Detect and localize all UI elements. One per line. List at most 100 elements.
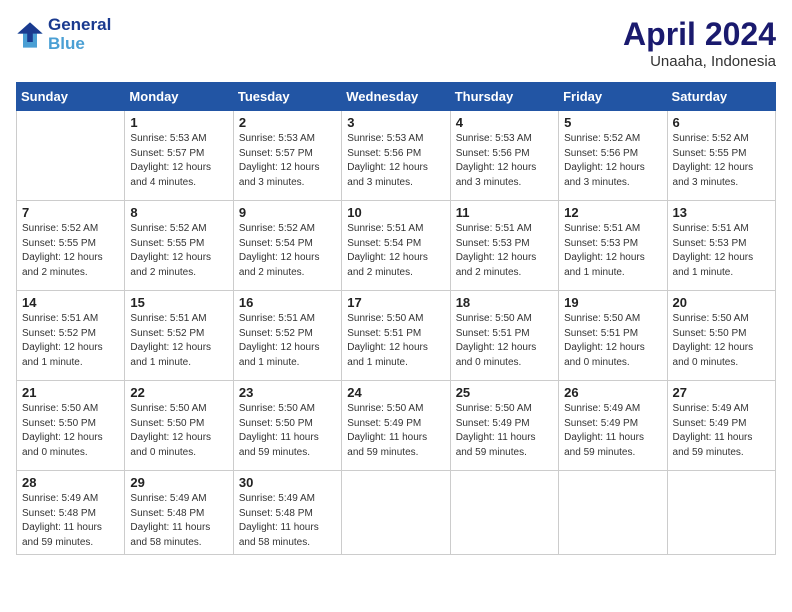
calendar-cell (450, 471, 558, 555)
day-info: Sunrise: 5:53 AMSunset: 5:57 PMDaylight:… (130, 132, 227, 190)
day-info: Sunrise: 5:50 AMSunset: 5:50 PMDaylight:… (130, 402, 227, 460)
day-number: 11 (456, 205, 553, 220)
title-block: April 2024 Unaaha, Indonesia (623, 16, 776, 70)
day-number: 25 (456, 385, 553, 400)
day-number: 18 (456, 295, 553, 310)
calendar-cell: 20 Sunrise: 5:50 AMSunset: 5:50 PMDayligh… (667, 291, 775, 381)
calendar-cell (559, 471, 667, 555)
weekday-header-monday: Monday (125, 83, 233, 111)
calendar-cell: 23Sunrise: 5:50 AMSunset: 5:50 PMDayligh… (233, 381, 341, 471)
day-number: 8 (130, 205, 227, 220)
day-info: Sunrise: 5:49 AMSunset: 5:49 PMDaylight:… (673, 402, 770, 460)
calendar-cell: 28Sunrise: 5:49 AMSunset: 5:48 PMDayligh… (17, 471, 125, 555)
day-number: 20 (673, 295, 770, 310)
calendar-cell: 8 Sunrise: 5:52 AMSunset: 5:55 PMDaylight… (125, 201, 233, 291)
day-number: 7 (22, 205, 119, 220)
calendar-cell: 29 Sunrise: 5:49 AMSunset: 5:48 PMDayligh… (125, 471, 233, 555)
day-info: Sunrise: 5:51 AMSunset: 5:53 PMDaylight:… (673, 222, 770, 280)
calendar-cell: 9Sunrise: 5:52 AMSunset: 5:54 PMDaylight… (233, 201, 341, 291)
day-number: 26 (564, 385, 661, 400)
day-info: Sunrise: 5:53 AMSunset: 5:56 PMDaylight:… (456, 132, 553, 190)
logo-text: General Blue (48, 16, 111, 53)
day-number: 30 (239, 475, 336, 490)
day-info: Sunrise: 5:50 AMSunset: 5:50 PMDaylight:… (22, 402, 119, 460)
day-info: Sunrise: 5:50 AMSunset: 5:51 PMDaylight:… (564, 312, 661, 370)
calendar-cell: 5 Sunrise: 5:52 AMSunset: 5:56 PMDaylight… (559, 111, 667, 201)
weekday-header-saturday: Saturday (667, 83, 775, 111)
day-number: 6 (673, 115, 770, 130)
weekday-header-tuesday: Tuesday (233, 83, 341, 111)
day-info: Sunrise: 5:52 AMSunset: 5:56 PMDaylight:… (564, 132, 661, 190)
calendar-table: SundayMondayTuesdayWednesdayThursdayFrid… (16, 82, 776, 555)
weekday-header-row: SundayMondayTuesdayWednesdayThursdayFrid… (17, 83, 776, 111)
weekday-header-sunday: Sunday (17, 83, 125, 111)
calendar-cell: 12 Sunrise: 5:51 AMSunset: 5:53 PMDayligh… (559, 201, 667, 291)
day-number: 17 (347, 295, 444, 310)
day-info: Sunrise: 5:49 AMSunset: 5:48 PMDaylight:… (239, 492, 336, 550)
day-info: Sunrise: 5:50 AMSunset: 5:50 PMDaylight:… (673, 312, 770, 370)
day-number: 16 (239, 295, 336, 310)
calendar-cell: 13Sunrise: 5:51 AMSunset: 5:53 PMDayligh… (667, 201, 775, 291)
day-info: Sunrise: 5:49 AMSunset: 5:48 PMDaylight:… (22, 492, 119, 550)
day-number: 12 (564, 205, 661, 220)
day-number: 15 (130, 295, 227, 310)
calendar-cell (667, 471, 775, 555)
calendar-cell: 25 Sunrise: 5:50 AMSunset: 5:49 PMDayligh… (450, 381, 558, 471)
day-info: Sunrise: 5:49 AMSunset: 5:48 PMDaylight:… (130, 492, 227, 550)
day-number: 29 (130, 475, 227, 490)
calendar-week-5: 28Sunrise: 5:49 AMSunset: 5:48 PMDayligh… (17, 471, 776, 555)
day-number: 5 (564, 115, 661, 130)
calendar-cell: 17Sunrise: 5:50 AMSunset: 5:51 PMDayligh… (342, 291, 450, 381)
day-info: Sunrise: 5:51 AMSunset: 5:54 PMDaylight:… (347, 222, 444, 280)
calendar-week-1: 1 Sunrise: 5:53 AMSunset: 5:57 PMDaylight… (17, 111, 776, 201)
calendar-cell: 24 Sunrise: 5:50 AMSunset: 5:49 PMDayligh… (342, 381, 450, 471)
calendar-cell: 26 Sunrise: 5:49 AMSunset: 5:49 PMDayligh… (559, 381, 667, 471)
calendar-cell: 27Sunrise: 5:49 AMSunset: 5:49 PMDayligh… (667, 381, 775, 471)
day-info: Sunrise: 5:50 AMSunset: 5:51 PMDaylight:… (456, 312, 553, 370)
calendar-cell: 1 Sunrise: 5:53 AMSunset: 5:57 PMDaylight… (125, 111, 233, 201)
calendar-cell: 6Sunrise: 5:52 AMSunset: 5:55 PMDaylight… (667, 111, 775, 201)
day-number: 2 (239, 115, 336, 130)
day-number: 14 (22, 295, 119, 310)
calendar-cell: 4Sunrise: 5:53 AMSunset: 5:56 PMDaylight… (450, 111, 558, 201)
main-title: April 2024 (623, 16, 776, 53)
calendar-week-4: 21 Sunrise: 5:50 AMSunset: 5:50 PMDayligh… (17, 381, 776, 471)
page-header: General Blue April 2024 Unaaha, Indonesi… (16, 16, 776, 70)
day-number: 9 (239, 205, 336, 220)
calendar-cell: 11 Sunrise: 5:51 AMSunset: 5:53 PMDayligh… (450, 201, 558, 291)
day-number: 10 (347, 205, 444, 220)
calendar-cell: 15 Sunrise: 5:51 AMSunset: 5:52 PMDayligh… (125, 291, 233, 381)
day-number: 19 (564, 295, 661, 310)
weekday-header-thursday: Thursday (450, 83, 558, 111)
calendar-cell: 2Sunrise: 5:53 AMSunset: 5:57 PMDaylight… (233, 111, 341, 201)
weekday-header-wednesday: Wednesday (342, 83, 450, 111)
day-info: Sunrise: 5:50 AMSunset: 5:49 PMDaylight:… (456, 402, 553, 460)
day-info: Sunrise: 5:51 AMSunset: 5:52 PMDaylight:… (130, 312, 227, 370)
calendar-week-2: 7 Sunrise: 5:52 AMSunset: 5:55 PMDaylight… (17, 201, 776, 291)
day-number: 22 (130, 385, 227, 400)
day-number: 24 (347, 385, 444, 400)
day-number: 21 (22, 385, 119, 400)
calendar-cell: 22 Sunrise: 5:50 AMSunset: 5:50 PMDayligh… (125, 381, 233, 471)
calendar-cell: 10 Sunrise: 5:51 AMSunset: 5:54 PMDayligh… (342, 201, 450, 291)
day-info: Sunrise: 5:51 AMSunset: 5:53 PMDaylight:… (564, 222, 661, 280)
calendar-cell: 30 Sunrise: 5:49 AMSunset: 5:48 PMDayligh… (233, 471, 341, 555)
calendar-cell: 3Sunrise: 5:53 AMSunset: 5:56 PMDaylight… (342, 111, 450, 201)
day-info: Sunrise: 5:51 AMSunset: 5:52 PMDaylight:… (239, 312, 336, 370)
day-number: 23 (239, 385, 336, 400)
day-info: Sunrise: 5:49 AMSunset: 5:49 PMDaylight:… (564, 402, 661, 460)
calendar-cell: 18 Sunrise: 5:50 AMSunset: 5:51 PMDayligh… (450, 291, 558, 381)
calendar-cell (17, 111, 125, 201)
calendar-cell: 19 Sunrise: 5:50 AMSunset: 5:51 PMDayligh… (559, 291, 667, 381)
logo: General Blue (16, 16, 111, 53)
day-info: Sunrise: 5:52 AMSunset: 5:55 PMDaylight:… (130, 222, 227, 280)
day-info: Sunrise: 5:51 AMSunset: 5:52 PMDaylight:… (22, 312, 119, 370)
calendar-cell: 14 Sunrise: 5:51 AMSunset: 5:52 PMDayligh… (17, 291, 125, 381)
calendar-cell (342, 471, 450, 555)
day-info: Sunrise: 5:51 AMSunset: 5:53 PMDaylight:… (456, 222, 553, 280)
weekday-header-friday: Friday (559, 83, 667, 111)
day-info: Sunrise: 5:53 AMSunset: 5:56 PMDaylight:… (347, 132, 444, 190)
calendar-cell: 21 Sunrise: 5:50 AMSunset: 5:50 PMDayligh… (17, 381, 125, 471)
day-info: Sunrise: 5:50 AMSunset: 5:49 PMDaylight:… (347, 402, 444, 460)
day-number: 1 (130, 115, 227, 130)
